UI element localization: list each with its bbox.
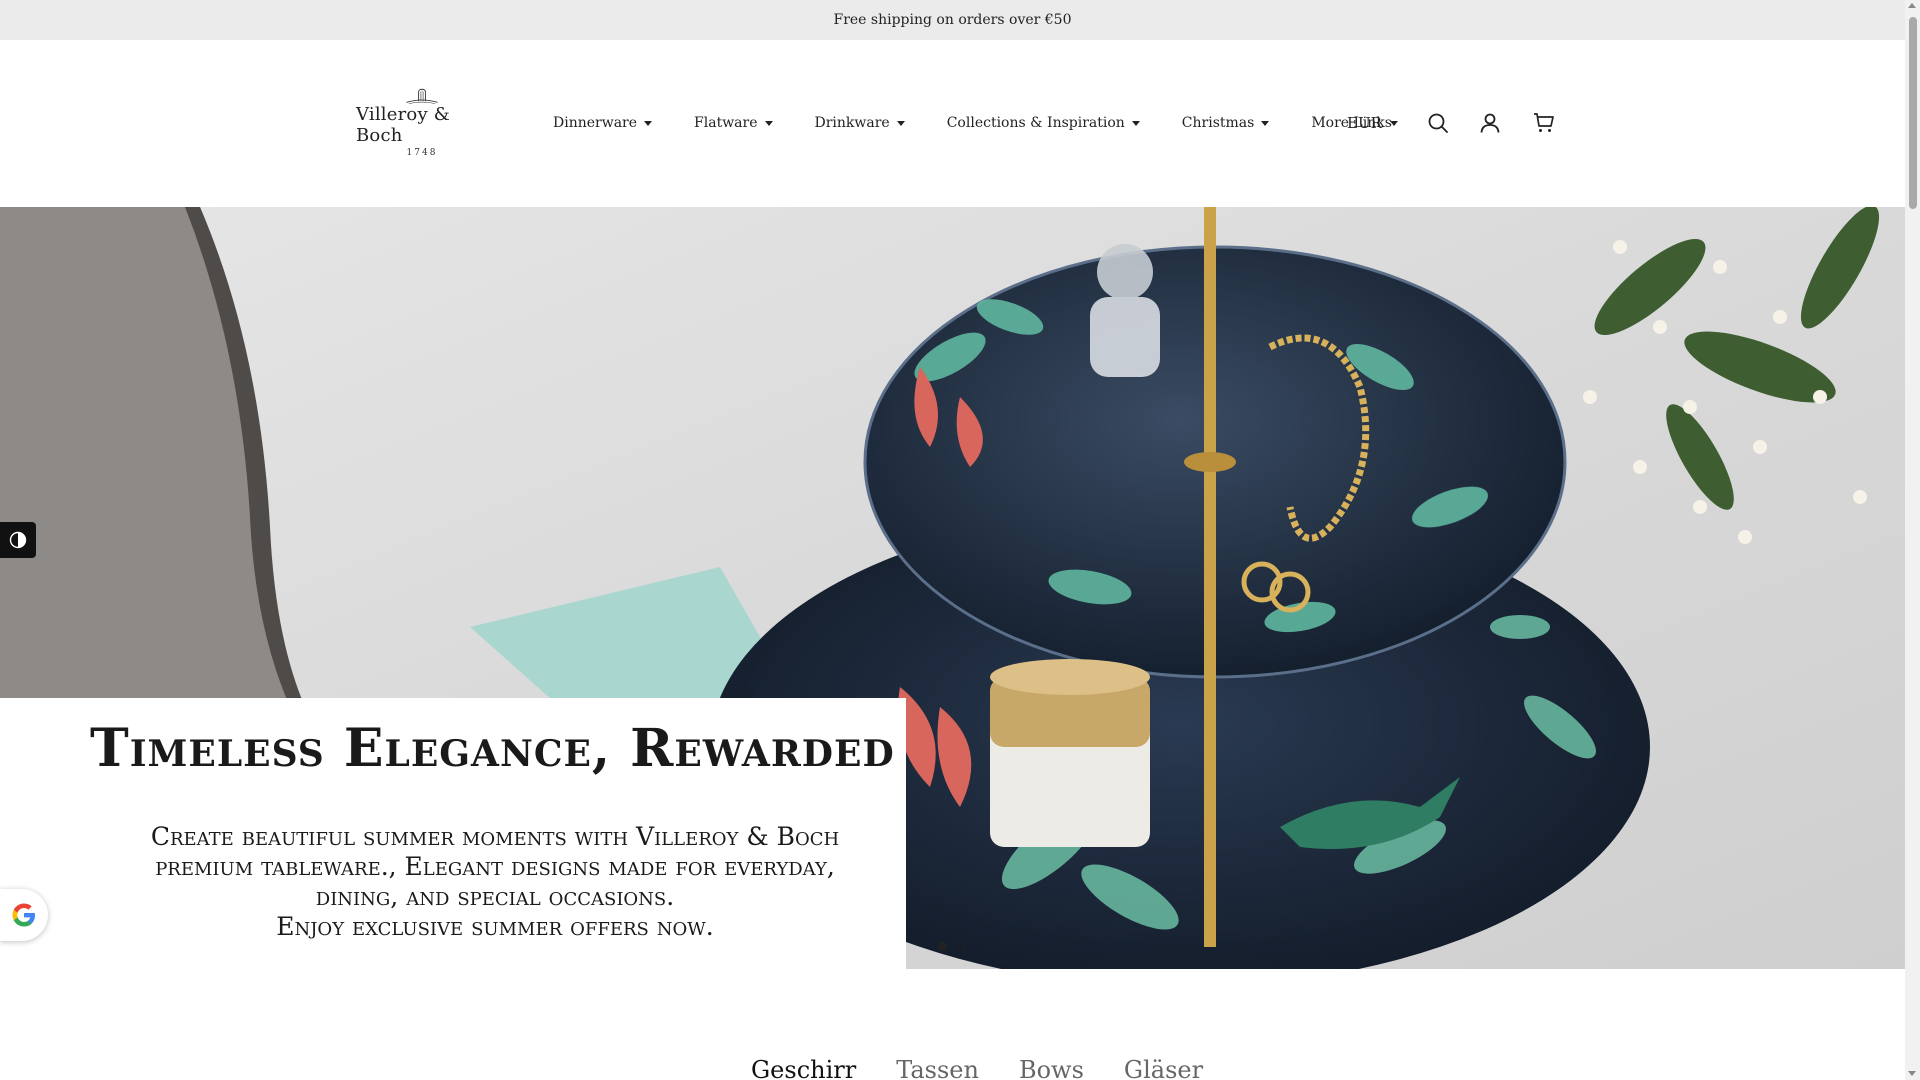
- carousel-dot-1[interactable]: [938, 942, 947, 951]
- search-icon[interactable]: [1426, 111, 1450, 135]
- nav-item-collections[interactable]: Collections & Inspiration: [947, 115, 1140, 131]
- scroll-thumb[interactable]: [1909, 17, 1917, 209]
- account-icon[interactable]: [1478, 111, 1502, 135]
- carousel-dot-2[interactable]: [956, 942, 965, 951]
- caret-down-icon: [1261, 121, 1270, 126]
- tab-tassen[interactable]: Tassen: [896, 1056, 979, 1080]
- hero-text-line: Create beautiful summer moments with Vil…: [150, 822, 840, 851]
- tab-glaeser[interactable]: Gläser: [1124, 1056, 1203, 1080]
- hero-description: Create beautiful summer moments with Vil…: [100, 822, 890, 942]
- nav-item-label: Christmas: [1181, 115, 1255, 131]
- cart-icon[interactable]: [1532, 111, 1556, 135]
- announcement-bar: Free shipping on orders over €50: [0, 0, 1905, 40]
- nav-item-label: Collections & Inspiration: [946, 115, 1125, 131]
- hero-text-line: premium tableware., Elegant designs made…: [155, 852, 835, 881]
- scroll-down-arrow-icon[interactable]: [1908, 1071, 1916, 1076]
- nav-item-dinnerware[interactable]: Dinnerware: [553, 115, 653, 131]
- caret-down-icon: [644, 121, 653, 126]
- nav-item-christmas[interactable]: Christmas: [1182, 115, 1270, 131]
- category-tabs: Geschirr Tassen Bows Gläser: [751, 1056, 1243, 1080]
- currency-label: EUR: [1347, 114, 1382, 132]
- currency-selector[interactable]: EUR: [1347, 114, 1398, 132]
- google-g-icon: [12, 903, 35, 927]
- logo-year: 1748: [406, 148, 438, 158]
- hero-title: Timeless Elegance, Rewarded: [90, 718, 895, 779]
- caret-down-icon: [1389, 120, 1398, 126]
- logo-name: Villeroy & Boch: [356, 104, 450, 146]
- page-scrollbar[interactable]: [1905, 0, 1920, 1080]
- tab-geschirr[interactable]: Geschirr: [751, 1056, 856, 1080]
- accessibility-icon: [9, 531, 27, 549]
- caret-down-icon: [1131, 121, 1140, 126]
- accessibility-button[interactable]: [0, 522, 36, 558]
- scroll-up-arrow-icon[interactable]: [1908, 3, 1916, 8]
- hero-text-line: dining, and special occasions.: [315, 882, 675, 911]
- tab-bows[interactable]: Bows: [1019, 1056, 1084, 1080]
- caret-down-icon: [896, 121, 905, 126]
- hero-text-line: Enjoy exclusive summer offers now.: [276, 912, 714, 941]
- main-nav: Dinnerware Flatware Drinkware Collection…: [553, 115, 1434, 131]
- caret-down-icon: [764, 121, 773, 126]
- nav-item-label: Drinkware: [814, 115, 890, 131]
- announcement-text: Free shipping on orders over €50: [833, 12, 1072, 28]
- nav-item-flatware[interactable]: Flatware: [694, 115, 773, 131]
- nav-item-drinkware[interactable]: Drinkware: [815, 115, 905, 131]
- nav-item-label: Flatware: [694, 115, 758, 131]
- brand-logo[interactable]: Villeroy & Boch 1748: [356, 88, 488, 158]
- carousel-dots: [938, 942, 974, 951]
- site-header: Villeroy & Boch 1748 Dinnerware Flatware…: [0, 40, 1905, 207]
- nav-item-label: Dinnerware: [553, 115, 638, 131]
